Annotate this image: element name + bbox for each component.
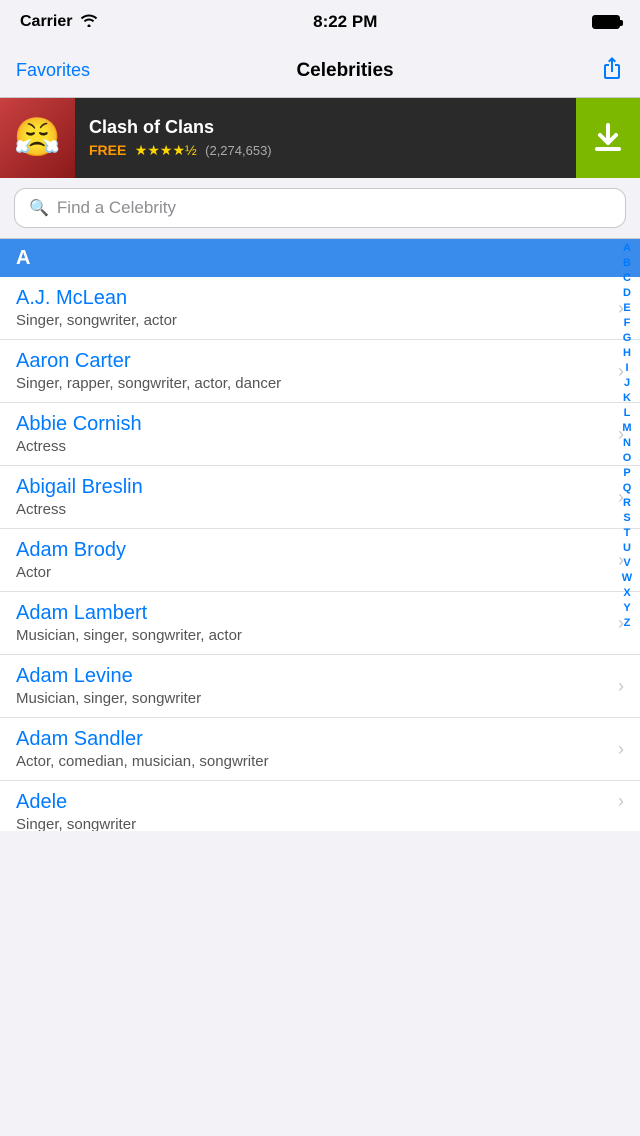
list-item[interactable]: Abbie Cornish Actress › xyxy=(0,403,640,466)
celebrity-name: Adam Levine xyxy=(16,665,618,688)
ad-download-button[interactable] xyxy=(576,98,640,178)
section-header-a: A xyxy=(0,239,640,277)
celebrity-name: A.J. McLean xyxy=(16,287,618,310)
alpha-o[interactable]: O xyxy=(618,451,636,465)
favorites-button[interactable]: Favorites xyxy=(16,60,90,81)
search-icon: 🔍 xyxy=(29,198,49,218)
alpha-f[interactable]: F xyxy=(618,316,636,330)
list-item[interactable]: Adam Lambert Musician, singer, songwrite… xyxy=(0,592,640,655)
search-input[interactable]: Find a Celebrity xyxy=(57,198,176,218)
alpha-p[interactable]: P xyxy=(618,466,636,480)
partial-item-content: Adele Singer, songwriter xyxy=(16,791,618,831)
list-item[interactable]: Adam Levine Musician, singer, songwriter… xyxy=(0,655,640,718)
battery-fill xyxy=(594,17,618,27)
list-item-content: Adam Brody Actor xyxy=(16,539,618,581)
nav-bar: Favorites Celebrities xyxy=(0,44,640,98)
alpha-x[interactable]: X xyxy=(618,586,636,600)
celebrity-desc: Musician, singer, songwriter xyxy=(16,690,618,707)
alpha-y[interactable]: Y xyxy=(618,601,636,615)
celebrity-desc: Singer, rapper, songwriter, actor, dance… xyxy=(16,375,618,392)
alpha-n[interactable]: N xyxy=(618,436,636,450)
page-title: Celebrities xyxy=(296,60,393,82)
list-item-content: Adam Lambert Musician, singer, songwrite… xyxy=(16,602,618,644)
celebrity-desc: Singer, songwriter, actor xyxy=(16,312,618,329)
ad-banner[interactable]: 😤 Clash of Clans FREE ★★★★½ (2,274,653) xyxy=(0,98,640,178)
celebrity-name: Adam Brody xyxy=(16,539,618,562)
list-item-content: Abbie Cornish Actress xyxy=(16,413,618,455)
celebrity-desc: Actress xyxy=(16,438,618,455)
alpha-q[interactable]: Q xyxy=(618,481,636,495)
list-item-content: Abigail Breslin Actress xyxy=(16,476,618,518)
alpha-b[interactable]: B xyxy=(618,256,636,270)
list-item-content: A.J. McLean Singer, songwriter, actor xyxy=(16,287,618,329)
alpha-e[interactable]: E xyxy=(618,301,636,315)
celebrity-desc: Actor, comedian, musician, songwriter xyxy=(16,753,618,770)
ad-content: Clash of Clans FREE ★★★★½ (2,274,653) xyxy=(75,107,576,170)
partial-item-name: Adele xyxy=(16,791,618,814)
ad-icon: 😤 xyxy=(0,98,75,178)
alpha-s[interactable]: S xyxy=(618,511,636,525)
list-item[interactable]: A.J. McLean Singer, songwriter, actor › xyxy=(0,277,640,340)
alpha-v[interactable]: V xyxy=(618,556,636,570)
alpha-t[interactable]: T xyxy=(618,526,636,540)
celebrity-name: Aaron Carter xyxy=(16,350,618,373)
list-items-container: A.J. McLean Singer, songwriter, actor › … xyxy=(0,277,640,781)
status-time: 8:22 PM xyxy=(313,12,377,32)
search-bar[interactable]: 🔍 Find a Celebrity xyxy=(14,188,626,228)
status-right xyxy=(592,15,620,29)
alpha-m[interactable]: M xyxy=(618,421,636,435)
celebrity-desc: Actor xyxy=(16,564,618,581)
alpha-d[interactable]: D xyxy=(618,286,636,300)
alphabet-sidebar[interactable]: ABCDEFGHIJKLMNOPQRSTUVWXYZ xyxy=(618,239,636,831)
alpha-z[interactable]: Z xyxy=(618,616,636,630)
celebrity-name: Adam Sandler xyxy=(16,728,618,751)
list-item-partial[interactable]: Adele Singer, songwriter › xyxy=(0,781,640,831)
alpha-l[interactable]: L xyxy=(618,406,636,420)
list-item-content: Adam Levine Musician, singer, songwriter xyxy=(16,665,618,707)
celebrity-desc: Musician, singer, songwriter, actor xyxy=(16,627,618,644)
wifi-icon xyxy=(80,13,98,32)
celebrity-desc: Actress xyxy=(16,501,618,518)
ad-meta: FREE ★★★★½ (2,274,653) xyxy=(89,142,562,160)
alpha-i[interactable]: I xyxy=(618,361,636,375)
list-item[interactable]: Adam Sandler Actor, comedian, musician, … xyxy=(0,718,640,781)
status-left: Carrier xyxy=(20,13,98,32)
alpha-k[interactable]: K xyxy=(618,391,636,405)
alpha-u[interactable]: U xyxy=(618,541,636,555)
alpha-g[interactable]: G xyxy=(618,331,636,345)
celebrity-name: Abigail Breslin xyxy=(16,476,618,499)
alpha-w[interactable]: W xyxy=(618,571,636,585)
carrier-label: Carrier xyxy=(20,13,72,31)
list-item[interactable]: Adam Brody Actor › xyxy=(0,529,640,592)
list-item[interactable]: Aaron Carter Singer, rapper, songwriter,… xyxy=(0,340,640,403)
list-item[interactable]: Abigail Breslin Actress › xyxy=(0,466,640,529)
celebrity-name: Abbie Cornish xyxy=(16,413,618,436)
share-button[interactable] xyxy=(600,56,624,85)
list-item-content: Adam Sandler Actor, comedian, musician, … xyxy=(16,728,618,770)
partial-item-desc: Singer, songwriter xyxy=(16,816,618,831)
battery-icon xyxy=(592,15,620,29)
celebrity-list: A A.J. McLean Singer, songwriter, actor … xyxy=(0,239,640,831)
section-letter: A xyxy=(16,247,30,270)
ad-free-label: FREE xyxy=(89,142,126,158)
alpha-c[interactable]: C xyxy=(618,271,636,285)
celebrity-name: Adam Lambert xyxy=(16,602,618,625)
search-container: 🔍 Find a Celebrity xyxy=(0,178,640,239)
alpha-a[interactable]: A xyxy=(618,241,636,255)
alpha-h[interactable]: H xyxy=(618,346,636,360)
ad-rating-count: (2,274,653) xyxy=(205,143,272,158)
alpha-j[interactable]: J xyxy=(618,376,636,390)
status-bar: Carrier 8:22 PM xyxy=(0,0,640,44)
ad-title: Clash of Clans xyxy=(89,117,562,138)
ad-stars: ★★★★½ xyxy=(135,142,197,158)
list-item-content: Aaron Carter Singer, rapper, songwriter,… xyxy=(16,350,618,392)
alpha-r[interactable]: R xyxy=(618,496,636,510)
